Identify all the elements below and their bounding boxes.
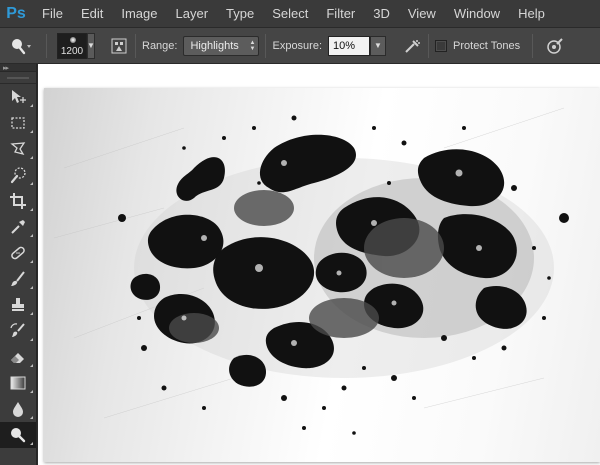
dodge-icon [12,38,31,54]
menu-window[interactable]: Window [454,6,500,21]
brush-tip-icon [70,36,76,43]
bandage-icon [11,246,25,260]
history-brush-icon [10,323,25,337]
brush-size: 1200 [60,45,84,57]
select-arrows-icon: ▲ ▼ [249,39,256,52]
separator [428,33,430,58]
clone-stamp-tool[interactable] [0,292,36,318]
move-tool[interactable] [0,84,36,110]
options-bar: 1200 ▼ Range: Highlights ▲ ▼ Exposure: 10… [0,28,600,64]
separator [46,33,47,58]
separator [265,33,267,58]
lasso-icon [10,142,26,156]
move-icon [12,90,26,103]
photoshop-logo[interactable]: Ps [4,3,28,25]
quick-selection-icon [10,167,26,184]
panel-collapse-icon[interactable]: ▸▸ [0,64,36,72]
quick-selection-tool[interactable] [0,162,36,188]
dodge-tool-icon [11,428,26,443]
tablet-pressure-icon [547,37,563,54]
brush-preset-picker[interactable]: 1200 [57,32,87,59]
menu-3d[interactable]: 3D [373,6,390,21]
marquee-tool[interactable] [0,110,36,136]
pressure-size-button[interactable] [545,36,565,56]
menu-type[interactable]: Type [226,6,254,21]
menu-filter[interactable]: Filter [326,6,355,21]
brush-panel-button[interactable] [109,36,129,56]
menu-help[interactable]: Help [518,6,545,21]
lasso-tool[interactable] [0,136,36,162]
protect-tones-label: Protect Tones [453,39,521,52]
stamp-icon [12,298,24,311]
airbrush-icon [405,39,421,53]
eraser-tool[interactable] [0,344,36,370]
eraser-icon [11,353,24,363]
airbrush-button[interactable] [402,36,422,56]
gradient-tool[interactable] [0,370,36,396]
menu-file[interactable]: File [42,6,63,21]
range-label: Range: [142,39,178,52]
marquee-icon [11,117,25,129]
exposure-label: Exposure: [272,39,323,52]
tool-preset-picker[interactable] [0,28,40,64]
tools-panel: ▸▸ [0,64,37,465]
crop-icon [10,193,26,209]
exposure-slider-caret[interactable]: ▼ [370,35,387,56]
menu-image[interactable]: Image [121,6,157,21]
healing-brush-tool[interactable] [0,240,36,266]
brush-picker-caret[interactable]: ▼ [87,32,95,59]
separator [532,33,534,58]
menu-select[interactable]: Select [272,6,308,21]
eyedropper-tool[interactable] [0,214,36,240]
document-workspace[interactable] [38,64,600,465]
gradient-icon [10,376,26,390]
menu-edit[interactable]: Edit [81,6,103,21]
crop-tool[interactable] [0,188,36,214]
brush-tool[interactable] [0,266,36,292]
drop-icon [13,402,23,417]
range-select[interactable]: Highlights ▲ ▼ [183,35,260,56]
menu-layer[interactable]: Layer [176,6,209,21]
brush-icon [11,271,25,286]
blur-tool[interactable] [0,396,36,422]
separator [135,33,136,58]
history-brush-tool[interactable] [0,318,36,344]
brush-panel-icon [111,38,127,53]
panel-drag-handle[interactable] [0,72,36,84]
range-value: Highlights [190,39,239,52]
splatter-image [53,107,569,435]
image-canvas[interactable] [44,88,600,462]
dodge-tool[interactable] [0,422,36,448]
exposure-input[interactable]: 10% [328,35,371,56]
eyedropper-icon [11,220,25,234]
protect-tones-checkbox[interactable] [435,39,448,52]
menu-bar: Ps File Edit Image Layer Type Select Fil… [0,0,600,28]
menu-view[interactable]: View [408,6,436,21]
